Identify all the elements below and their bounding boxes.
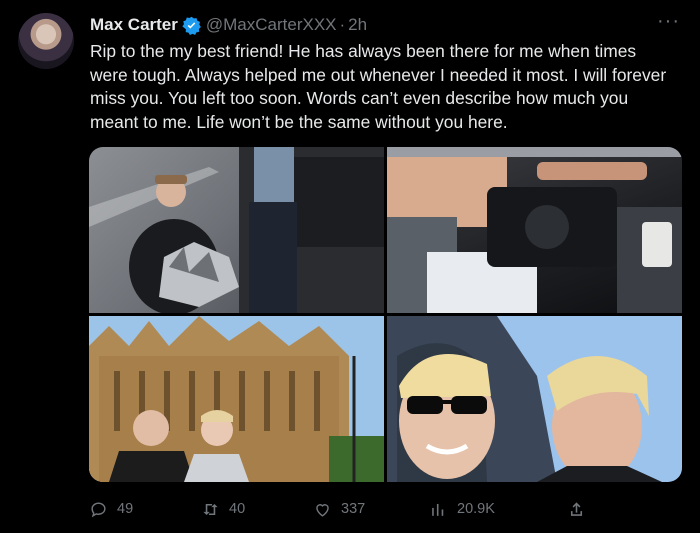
retweet-count: 40 — [229, 501, 246, 517]
author-handle[interactable]: @MaxCarterXXX — [206, 15, 337, 35]
tweet-text: Rip to the my best friend! He has always… — [90, 41, 667, 132]
author-name[interactable]: Max Carter — [90, 15, 178, 35]
tweet-actions: 49 40 337 20.9K — [89, 497, 589, 521]
views-button[interactable]: 20.9K — [429, 497, 495, 521]
views-count: 20.9K — [457, 501, 495, 517]
more-options-icon[interactable]: ··· — [657, 10, 680, 33]
share-icon — [570, 501, 583, 516]
photo-1-content — [89, 147, 384, 313]
photo-1[interactable] — [89, 147, 384, 313]
share-button[interactable] — [567, 497, 595, 521]
separator-dot: · — [339, 15, 346, 34]
reply-icon — [91, 501, 106, 517]
retweet-button[interactable]: 40 — [201, 497, 245, 521]
reply-button[interactable]: 49 — [89, 497, 133, 521]
photo-4-content — [387, 316, 682, 482]
media-grid — [89, 147, 682, 482]
photo-2[interactable] — [387, 147, 682, 313]
photo-4[interactable] — [387, 316, 682, 482]
photo-3[interactable] — [89, 316, 384, 482]
photo-3-content — [89, 316, 384, 482]
avatar[interactable] — [18, 13, 74, 69]
verified-badge-icon — [182, 16, 201, 35]
like-button[interactable]: 337 — [313, 497, 365, 521]
reply-count: 49 — [117, 501, 134, 517]
tweet-timestamp[interactable]: 2h — [348, 15, 367, 35]
heart-icon — [316, 503, 329, 517]
views-chart-icon — [432, 503, 444, 516]
photo-2-content — [387, 147, 682, 313]
tweet-header: Max Carter @MaxCarterXXX · 2h — [90, 13, 367, 37]
like-count: 337 — [341, 501, 366, 517]
retweet-icon — [203, 503, 218, 515]
